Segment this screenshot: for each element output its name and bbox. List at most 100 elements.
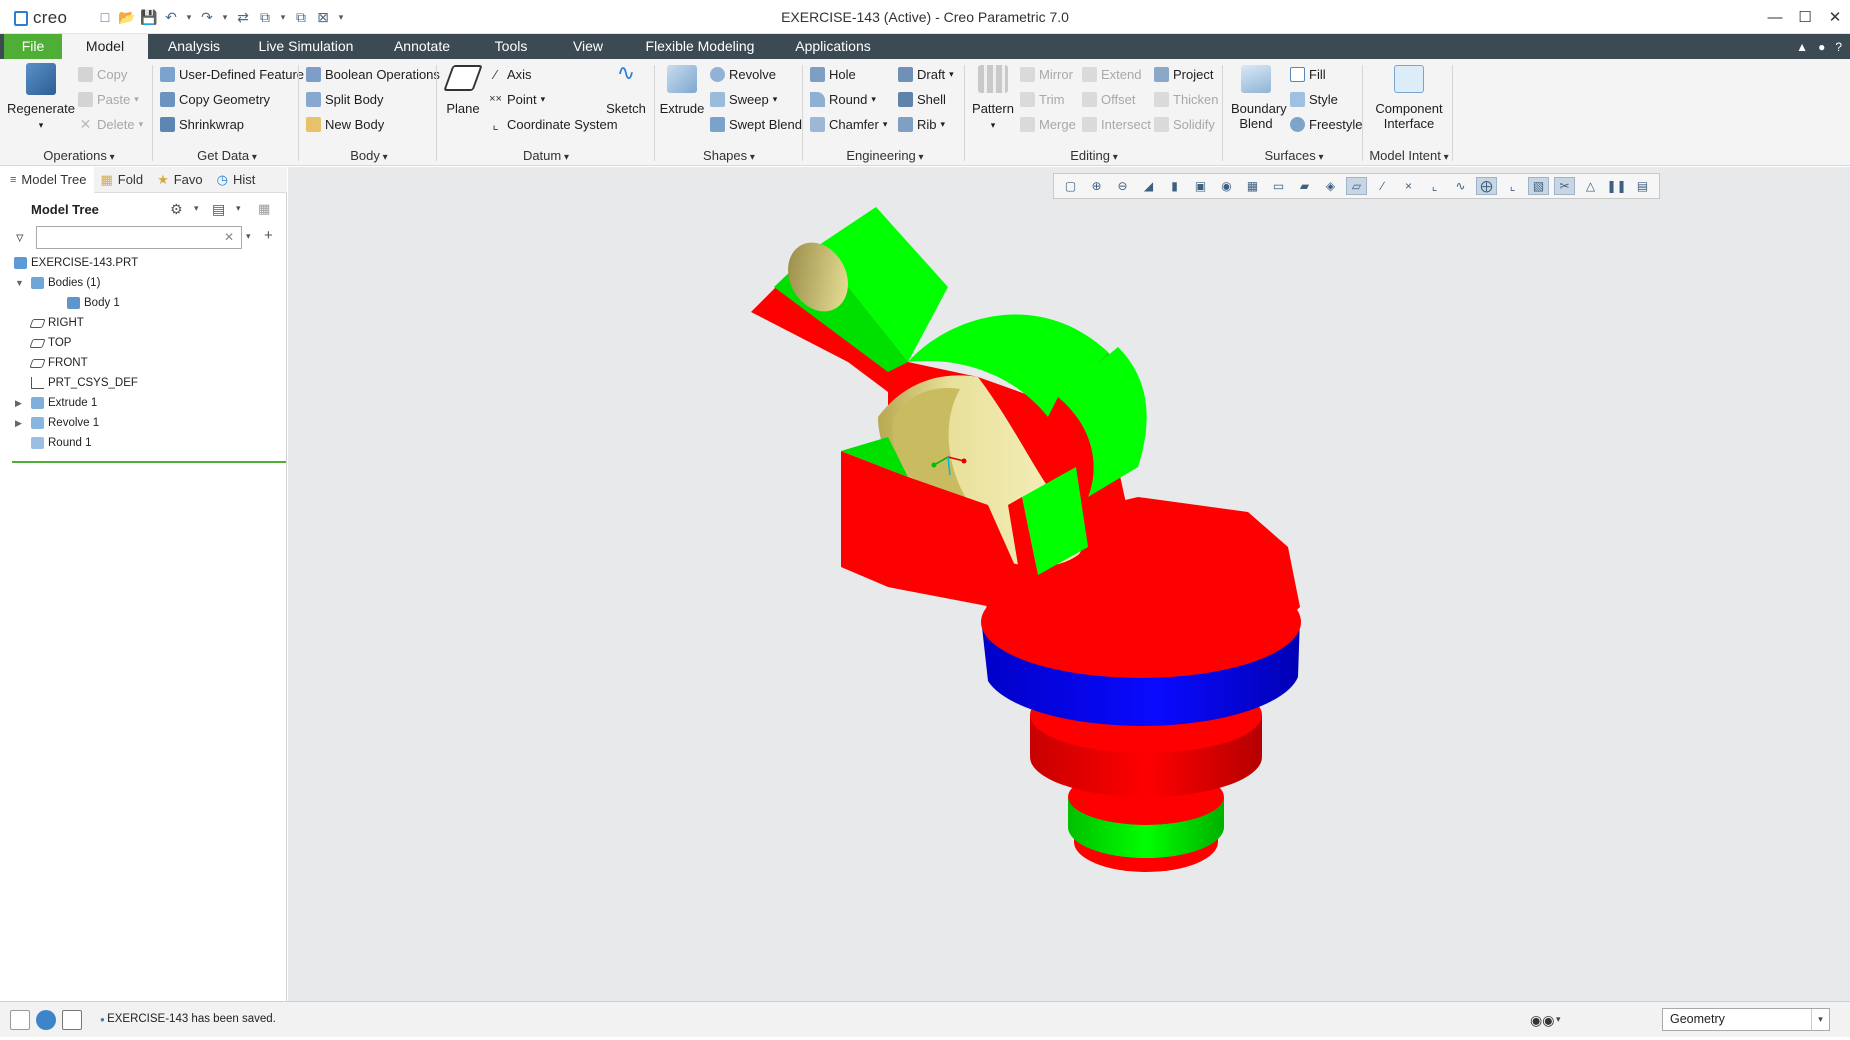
undo-icon[interactable]: ↶ (162, 8, 180, 26)
tab-folder-browser[interactable]: ▦ Fold (94, 167, 151, 193)
annotation-display-icon[interactable]: ▭ (1268, 177, 1289, 195)
plane-display-icon[interactable]: ▰ (1294, 177, 1315, 195)
csys-display-icon[interactable]: ⌞ (1424, 177, 1445, 195)
merge-button[interactable]: Merge (1020, 114, 1076, 134)
tree-item[interactable]: ▼ Bodies (1) (4, 273, 287, 293)
paste-button[interactable]: Paste ▾ (78, 89, 139, 109)
tree-item[interactable]: ▶ Revolve 1 (4, 413, 287, 433)
axis-tag-icon[interactable]: ∕ (1372, 177, 1393, 195)
draft-button[interactable]: Draft ▾ (898, 64, 954, 84)
tree-item[interactable]: EXERCISE-143.PRT (4, 253, 287, 273)
style-button[interactable]: Style (1290, 89, 1338, 109)
pause-icon[interactable]: ❚❚ (1606, 177, 1627, 195)
tree-show-icon[interactable]: ▤ (212, 201, 225, 218)
copy-button[interactable]: Copy (78, 64, 127, 84)
chamfer-button[interactable]: Chamfer ▾ (810, 114, 887, 134)
tab-tools[interactable]: Tools (482, 34, 540, 59)
body-group-label[interactable]: Body (302, 148, 436, 163)
tab-annotate[interactable]: Annotate (382, 34, 462, 59)
tree-columns-icon[interactable]: ▦ (258, 201, 270, 217)
close-button[interactable]: ✕ (1820, 0, 1850, 34)
freestyle-button[interactable]: Freestyle (1290, 114, 1362, 134)
repaint-icon[interactable]: ⧉ (292, 8, 310, 26)
new-icon[interactable]: □ (96, 8, 114, 26)
hole-button[interactable]: Hole (810, 64, 856, 84)
user-defined-feature-button[interactable]: User-Defined Feature (160, 64, 304, 84)
search-dropdown-icon[interactable]: ▾ (246, 231, 251, 242)
delete-button[interactable]: ✕ Delete ▾ (78, 114, 143, 134)
extrude-button[interactable]: Extrude (658, 65, 706, 116)
notification-icon[interactable]: ● (1818, 40, 1825, 54)
revolve-button[interactable]: Revolve (710, 64, 776, 84)
appearance-icon[interactable]: ✂ (1554, 177, 1575, 195)
trim-button[interactable]: Trim (1020, 89, 1065, 109)
editing-group-label[interactable]: Editing (968, 148, 1220, 163)
redo-dropdown-icon[interactable]: ▾ (220, 12, 230, 23)
tree-item[interactable]: FRONT (4, 353, 287, 373)
tree-item[interactable]: ▶ Extrude 1 (4, 393, 287, 413)
plane-button[interactable]: Plane (440, 65, 486, 116)
point-button[interactable]: ×× Point ▾ (488, 89, 545, 109)
solidify-button[interactable]: Solidify (1154, 114, 1215, 134)
view-manager-icon[interactable]: ◉ (1216, 177, 1237, 195)
tab-model-tree[interactable]: ≡ Model Tree (4, 167, 95, 193)
save-icon[interactable]: 💾 (140, 8, 158, 26)
zoom-in-icon[interactable]: ⊕ (1086, 177, 1107, 195)
maximize-button[interactable]: ☐ (1790, 0, 1820, 34)
tree-search-input[interactable] (36, 226, 242, 249)
component-interface-button[interactable]: Component Interface (1366, 65, 1452, 131)
copy-geometry-button[interactable]: Copy Geometry (160, 89, 270, 109)
shell-button[interactable]: Shell (898, 89, 946, 109)
tree-settings-icon[interactable]: ⚙ (170, 201, 183, 218)
filter-icon[interactable]: ▿ (16, 228, 24, 246)
zoom-out-icon[interactable]: ⊖ (1112, 177, 1133, 195)
offset-button[interactable]: Offset (1082, 89, 1135, 109)
navigator-toggle-icon[interactable] (10, 1010, 30, 1030)
tab-model[interactable]: Model (62, 34, 148, 59)
section-icon[interactable]: ▧ (1528, 177, 1549, 195)
round-button[interactable]: Round ▾ (810, 89, 876, 109)
fill-button[interactable]: Fill (1290, 64, 1326, 84)
boundary-blend-button[interactable]: Boundary Blend (1226, 65, 1287, 131)
windows-icon[interactable]: ⧉ (256, 8, 274, 26)
shrinkwrap-button[interactable]: Shrinkwrap (160, 114, 244, 134)
undo-dropdown-icon[interactable]: ▾ (184, 12, 194, 23)
saved-orientations-icon[interactable]: ▣ (1190, 177, 1211, 195)
point-display-icon[interactable]: × (1398, 177, 1419, 195)
new-body-button[interactable]: New Body (306, 114, 384, 134)
regenerate-button[interactable]: Regenerate ▾ (6, 63, 76, 133)
tab-favorites[interactable]: ★ Favo (151, 167, 211, 193)
tab-live-simulation[interactable]: Live Simulation (252, 34, 360, 59)
thicken-button[interactable]: Thicken (1154, 89, 1219, 109)
plane-tag-icon[interactable]: ▱ (1346, 177, 1367, 195)
tree-item[interactable]: Body 1 (4, 293, 287, 313)
sketch-display-icon[interactable]: ∿ (1450, 177, 1471, 195)
display-style-icon[interactable]: ▮ (1164, 177, 1185, 195)
project-button[interactable]: Project (1154, 64, 1213, 84)
tab-analysis[interactable]: Analysis (150, 34, 238, 59)
get-data-group-label[interactable]: Get Data (156, 148, 298, 163)
minimize-button[interactable]: — (1760, 0, 1790, 34)
customize-qat-icon[interactable]: ▾ (336, 12, 346, 23)
regenerate-icon[interactable]: ⇄ (234, 8, 252, 26)
expand-toggle-icon[interactable]: ▶ (15, 393, 22, 413)
graphics-window[interactable]: ▢ ⊕ ⊖ ◢ ▮ ▣ ◉ ▦ ▭ ▰ ◈ ▱ ∕ × ⌞ ∿ ⨁ ⌞ ▧ ✂ … (288, 167, 1850, 1001)
intersect-button[interactable]: Intersect (1082, 114, 1151, 134)
tab-applications[interactable]: Applications (786, 34, 880, 59)
windows-dropdown-icon[interactable]: ▾ (278, 12, 288, 23)
browser-toggle-icon[interactable] (36, 1010, 56, 1030)
pattern-button[interactable]: Pattern ▾ (968, 65, 1018, 133)
expand-toggle-icon[interactable]: ▶ (15, 413, 22, 433)
find-icon[interactable]: ◉◉ (1530, 1010, 1554, 1030)
extend-button[interactable]: Extend (1082, 64, 1141, 84)
tree-settings-dropdown-icon[interactable]: ▾ (194, 203, 199, 214)
perspective-icon[interactable]: ▦ (1242, 177, 1263, 195)
selection-filter[interactable]: Geometry ▾ (1662, 1008, 1830, 1031)
render-icon[interactable]: △ (1580, 177, 1601, 195)
tab-history[interactable]: ◷ Hist (211, 167, 264, 193)
annotation-icon[interactable]: ⌞ (1502, 177, 1523, 195)
sweep-button[interactable]: Sweep ▾ (710, 89, 777, 109)
clear-search-icon[interactable]: ✕ (224, 230, 234, 244)
coordinate-system-button[interactable]: ⌞ Coordinate System (488, 114, 617, 134)
mirror-button[interactable]: Mirror (1020, 64, 1073, 84)
